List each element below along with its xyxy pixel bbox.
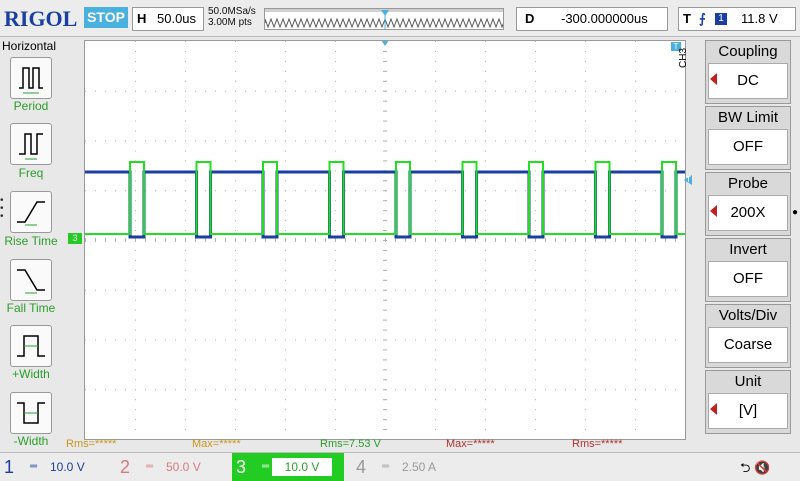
rise-time-button[interactable] (10, 191, 52, 233)
volts-div-menu[interactable]: Volts/Div Coarse (705, 304, 791, 368)
channel-2-number: 2 (120, 457, 131, 477)
period-button[interactable] (10, 57, 52, 99)
channel-4-scale: 2.50 A (402, 460, 437, 474)
coupling-menu[interactable]: Coupling DC (705, 40, 791, 104)
bw-limit-menu[interactable]: BW Limit OFF (705, 106, 791, 170)
unit-value: [V] (708, 393, 788, 429)
speaker-muted-icon[interactable]: 🔇 (754, 460, 770, 475)
acquisition-info: 50.0MSa/s 3.00M pts (208, 6, 256, 28)
neg-width-icon (17, 402, 45, 424)
invert-menu[interactable]: Invert OFF (705, 238, 791, 302)
measurement-3: Rms=7.53 V (320, 438, 381, 450)
menu-page-indicator-icon: ● (792, 207, 799, 218)
invert-title: Invert (729, 241, 767, 258)
period-icon (19, 67, 43, 94)
channel-2-status[interactable]: 2 ═ 50.0 V (116, 453, 226, 481)
pos-width-button[interactable] (10, 325, 52, 367)
volts-div-title: Volts/Div (718, 307, 778, 324)
delay-label: D (525, 11, 535, 26)
rising-edge-icon: ⨍ (699, 11, 706, 26)
probe-value: 200X (708, 195, 788, 231)
channel-4-status[interactable]: 4 ═ 2.50 A (352, 453, 462, 481)
rigol-logo: RIGOL (4, 6, 78, 31)
volts-div-value: Coarse (708, 327, 788, 363)
unit-menu[interactable]: Unit [V] (705, 370, 791, 434)
run-stop-status[interactable]: STOP (84, 7, 128, 28)
invert-value: OFF (708, 261, 788, 297)
unit-title: Unit (734, 373, 762, 390)
horizontal-measure-panel: Horizontal Period Freq • • • Rise Time Fal… (0, 37, 62, 450)
memory-depth: 3.00M pts (208, 17, 252, 28)
coupling-value: DC (708, 63, 788, 99)
probe-arrow-icon (710, 205, 717, 217)
trigger-level: 11.8 V (741, 11, 778, 26)
freq-icon (19, 133, 43, 160)
freq-label: Freq (18, 166, 44, 180)
fall-time-icon (17, 269, 45, 294)
unit-arrow-icon (710, 403, 717, 415)
sample-rate: 50.0MSa/s (208, 6, 256, 17)
timebase-box[interactable]: H 50.0us (132, 7, 204, 31)
channel-3-number: 3 (236, 457, 247, 477)
trigger-level-marker-label: T (686, 175, 691, 184)
channel-4-number: 4 (356, 457, 367, 477)
bw-limit-value: OFF (708, 129, 788, 165)
neg-width-label: -Width (13, 434, 49, 448)
channel-3-coupling-icon: ═ (262, 461, 270, 472)
trigger-label: T (683, 11, 691, 26)
channel-1-status[interactable]: 1 ═ 10.0 V (0, 453, 110, 481)
pos-width-label: +Width (12, 367, 50, 381)
delay-box[interactable]: D -300.000000us (516, 7, 668, 31)
trigger-box[interactable]: T ⨍ 1 11.8 V (678, 7, 796, 31)
memory-overview-strip[interactable] (264, 8, 504, 30)
scroll-indicator-icon: • • • (0, 195, 4, 222)
delay-value: -300.000000us (561, 11, 648, 26)
freq-button[interactable] (10, 123, 52, 165)
channel-menu-tag: CH3 (678, 47, 689, 68)
coupling-arrow-icon (710, 73, 717, 85)
fall-time-button[interactable] (10, 259, 52, 301)
channel-4-coupling-icon: ═ (382, 461, 390, 472)
period-label: Period (13, 99, 49, 113)
ch3-ground-marker[interactable]: 3 (68, 233, 82, 244)
measurement-1: Rms=***** (66, 438, 117, 450)
pos-width-icon (17, 335, 45, 357)
top-status-bar: RIGOL STOP H 50.0us 50.0MSa/s 3.00M pts … (0, 0, 800, 37)
usb-sound-icons: ⮌ 🔇 (740, 459, 770, 481)
usb-icon: ⮌ (740, 460, 751, 475)
horizontal-panel-title: Horizontal (2, 39, 57, 53)
trigger-time-marker (381, 40, 389, 46)
channel-status-bar: 1 ═ 10.0 V 2 ═ 50.0 V 3 ═ 10.0 V 4 ═ 2.5… (0, 452, 800, 481)
channel-3-scale: 10.0 V (272, 458, 332, 476)
graticule (85, 41, 676, 440)
timebase-value: 50.0us (157, 11, 197, 26)
fall-time-label: Fall Time (6, 301, 56, 315)
probe-menu[interactable]: Probe 200X (705, 172, 791, 236)
rise-time-label: Rise Time (4, 234, 58, 248)
rise-time-icon (17, 201, 45, 226)
memory-waveform-overview (265, 9, 503, 29)
trigger-source: 1 (715, 13, 727, 25)
neg-width-button[interactable] (10, 392, 52, 434)
channel-1-number: 1 (4, 457, 15, 477)
bw-limit-title: BW Limit (718, 109, 778, 126)
measurement-4: Max=***** (446, 438, 495, 450)
channel-3-status[interactable]: 3 ═ 10.0 V (232, 453, 344, 481)
channel-2-coupling-icon: ═ (146, 461, 154, 472)
waveform-canvas (85, 40, 685, 440)
probe-title: Probe (727, 175, 769, 192)
channel-1-coupling-icon: ═ (30, 461, 38, 472)
channel-1-scale: 10.0 V (50, 460, 85, 474)
timebase-label: H (137, 11, 147, 26)
coupling-title: Coupling (718, 43, 778, 60)
measurement-5: Rms=***** (572, 438, 623, 450)
waveform-display[interactable] (84, 40, 686, 440)
measurement-2: Max=***** (192, 438, 241, 450)
channel-2-scale: 50.0 V (166, 460, 201, 474)
